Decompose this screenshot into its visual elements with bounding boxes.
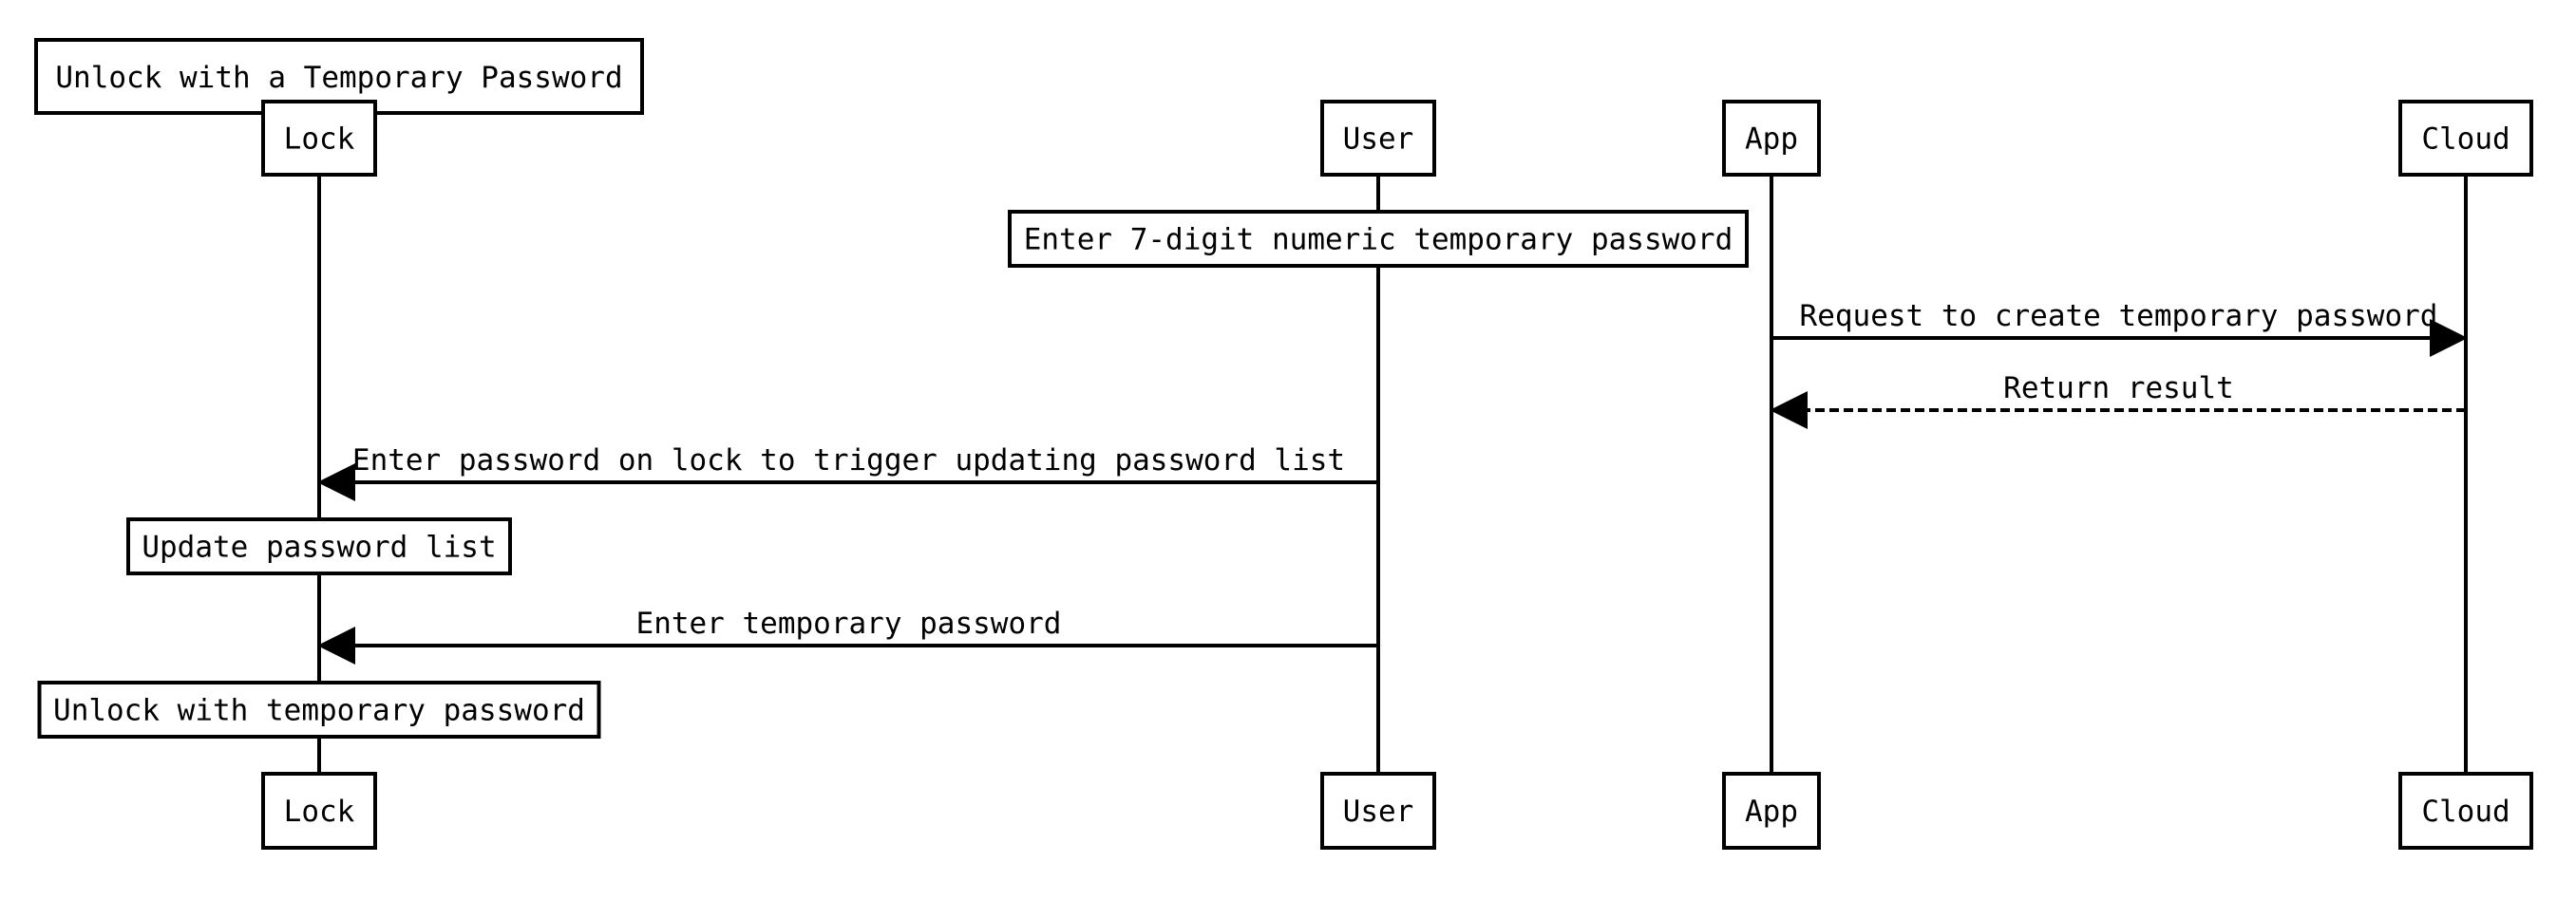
message-label: Return result bbox=[2003, 371, 2234, 405]
message: Return result bbox=[1770, 371, 2466, 429]
title-text: Unlock with a Temporary Password bbox=[55, 61, 622, 95]
participant-cloud-top: Cloud bbox=[2398, 100, 2533, 177]
note: Unlock with temporary password bbox=[37, 681, 601, 739]
steps: Enter 7-digit numeric temporary password… bbox=[37, 210, 2468, 739]
note: Update password list bbox=[126, 517, 512, 575]
participant-user-bottom: User bbox=[1320, 772, 1436, 850]
note-text: Unlock with temporary password bbox=[53, 694, 585, 728]
message: Enter temporary password bbox=[317, 607, 1378, 665]
message-label: Enter password on lock to trigger updati… bbox=[352, 443, 1345, 478]
participant-label: User bbox=[1343, 795, 1414, 829]
message-label: Request to create temporary password bbox=[1800, 299, 2438, 333]
participant-app-bottom: App bbox=[1722, 772, 1821, 850]
participant-label: Cloud bbox=[2421, 795, 2510, 829]
participant-user-top: User bbox=[1320, 100, 1436, 177]
message: Request to create temporary password bbox=[1771, 299, 2468, 357]
participant-label: Cloud bbox=[2421, 122, 2510, 157]
participant-label: App bbox=[1745, 795, 1798, 829]
note-text: Enter 7-digit numeric temporary password bbox=[1024, 223, 1733, 257]
note-text: Update password list bbox=[142, 531, 496, 565]
participant-label: Lock bbox=[284, 122, 355, 157]
participant-lock-top: Lock bbox=[261, 100, 377, 177]
message-label: Enter temporary password bbox=[636, 607, 1062, 641]
participant-cloud-bottom: Cloud bbox=[2398, 772, 2533, 850]
note: Enter 7-digit numeric temporary password bbox=[1008, 210, 1749, 268]
participant-label: Lock bbox=[284, 795, 355, 829]
message: Enter password on lock to trigger updati… bbox=[317, 443, 1378, 501]
sequence-diagram: Unlock with a Temporary Password Enter 7… bbox=[34, 38, 2533, 850]
participant-app-top: App bbox=[1722, 100, 1821, 177]
participant-lock-bottom: Lock bbox=[261, 772, 377, 850]
participant-label: User bbox=[1343, 122, 1414, 157]
participant-label: App bbox=[1745, 122, 1798, 157]
